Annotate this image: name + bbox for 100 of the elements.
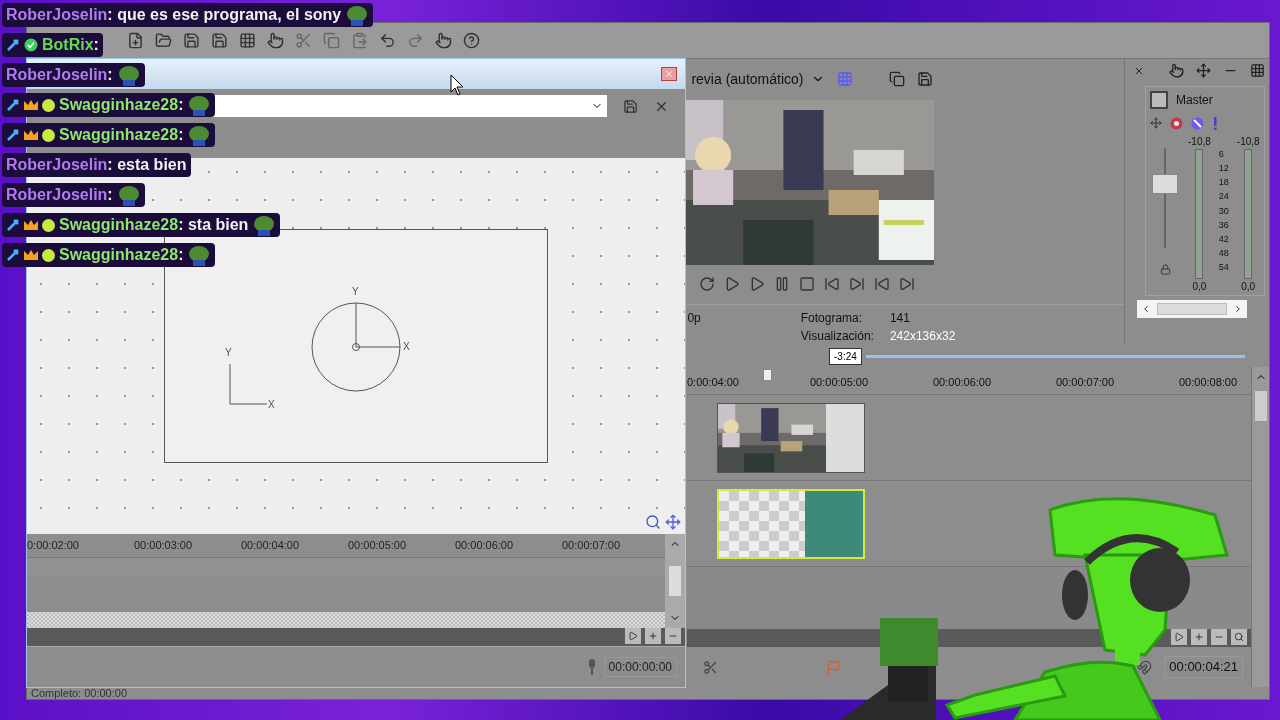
axis-label: X (403, 342, 410, 352)
meter-scale-label: 6 (1218, 150, 1225, 159)
smiley-badge-icon (42, 248, 55, 262)
axes-drawing (229, 364, 269, 406)
master-label: Master (1176, 92, 1213, 109)
smiley-badge-icon (42, 98, 55, 112)
zoom-in-button[interactable] (1191, 629, 1207, 645)
scroll-right-icon (1233, 304, 1243, 314)
bus-icon (1150, 91, 1168, 109)
marker-icon[interactable] (826, 659, 841, 675)
gear-icon (1170, 117, 1183, 130)
copy-frame-icon[interactable] (889, 71, 906, 88)
previous-frame-icon[interactable] (874, 276, 891, 293)
meter-scale-label: 18 (1218, 178, 1229, 188)
search-icon[interactable] (645, 514, 661, 530)
timecode-field: 00:00:00:00 (603, 657, 677, 677)
verified-badge-icon (24, 38, 38, 52)
zoom-out-button[interactable] (1211, 629, 1227, 645)
ruler-time-label: 00:00:07:00 (562, 538, 621, 554)
chat-message: : que es ese programa, el sony (107, 5, 342, 25)
chat-username: Swagginhaze28 (59, 245, 179, 265)
pin-badge-icon (6, 38, 20, 52)
fader-handle[interactable] (1152, 174, 1178, 194)
chat-message: : (107, 65, 113, 85)
smiley-badge-icon (42, 218, 55, 232)
warning-icon (1212, 117, 1218, 130)
scrollbar-thumb[interactable] (669, 566, 681, 596)
close-icon (664, 69, 674, 79)
stop-icon[interactable] (799, 276, 816, 293)
pin-badge-icon (6, 218, 20, 232)
info-label: Fotograma: (800, 310, 864, 327)
time-marker-label: -3:24 (829, 347, 862, 365)
ruler-time-label: 00:00:06:00 (455, 538, 514, 554)
meter-reading: 0,0 (1192, 280, 1207, 294)
meter-reading: 0,0 (1241, 280, 1256, 294)
meter-scale-label: 54 (1218, 263, 1229, 272)
meter-scale-label: 24 (1218, 192, 1229, 202)
vertical-scrollbar[interactable] (1251, 367, 1269, 687)
timecode-field: 00:00:04:21 (1164, 656, 1243, 678)
chat-message: : sta bien (178, 215, 249, 235)
chat-username: RoberJoselin (6, 65, 108, 85)
preview-quality-dropdown[interactable]: revia (automático) (691, 69, 826, 90)
chat-message: : (107, 185, 113, 205)
play-from-start-icon[interactable] (724, 276, 741, 293)
zoom-button[interactable] (1231, 629, 1247, 645)
play-icon[interactable] (1171, 629, 1187, 645)
scrollbar-thumb[interactable] (1254, 391, 1267, 421)
scrollbar-thumb[interactable] (1157, 303, 1227, 315)
next-icon[interactable] (849, 276, 866, 293)
play-button[interactable] (625, 628, 641, 644)
search-icon (1234, 632, 1244, 642)
crown-badge-icon (24, 99, 38, 111)
chat-message: : (93, 35, 99, 55)
meter-scale-label: 42 (1218, 234, 1229, 244)
chat-username: Swagginhaze28 (59, 215, 179, 235)
chat-message: : esta bien (107, 155, 187, 175)
peak-reading: -10,8 (1236, 135, 1260, 149)
smiley-badge-icon (42, 128, 55, 142)
zoom-in-button[interactable] (645, 628, 661, 644)
close-button[interactable] (661, 67, 677, 81)
save-icon[interactable] (623, 98, 638, 114)
previous-icon[interactable] (824, 276, 841, 293)
ruler-time-label: 00:00:04:00 (241, 538, 300, 554)
ruler-time-label: 00:00:06:00 (933, 374, 992, 390)
video-clip[interactable] (717, 402, 865, 473)
plus-icon (1194, 632, 1204, 642)
resolution-text: 0p (687, 310, 701, 327)
vertical-scrollbar[interactable] (665, 534, 685, 628)
zoom-out-button[interactable] (665, 628, 681, 644)
loop-icon[interactable] (699, 276, 716, 293)
move-icon[interactable] (665, 514, 681, 530)
info-value: 141 (889, 310, 911, 327)
status-text: Completo: 00:00:00 (30, 687, 128, 699)
scroll-left-icon (1141, 304, 1151, 314)
ruler-time-label: 00:00:08:00 (1179, 374, 1238, 390)
play-icon[interactable] (749, 276, 766, 293)
snap-icon[interactable] (1137, 659, 1153, 675)
crown-badge-icon (24, 219, 38, 231)
chat-username: RoberJoselin (6, 155, 108, 175)
axis-label: Y (352, 287, 359, 297)
horizontal-scrollbar[interactable] (1137, 300, 1247, 318)
meter-scale-label: 12 (1218, 164, 1229, 174)
pin-badge-icon (6, 98, 20, 112)
meter-scale-label: 48 (1218, 248, 1229, 258)
ruler-time-label: 00:00:03:00 (134, 538, 193, 554)
keyframe-pin-icon (587, 659, 596, 675)
mouse-cursor-icon (450, 74, 464, 96)
play-icon (628, 631, 638, 641)
crown-badge-icon (24, 129, 38, 141)
transparent-clip[interactable] (717, 488, 865, 559)
next-frame-icon[interactable] (899, 276, 916, 293)
save-frame-icon[interactable] (917, 71, 934, 88)
trim-icon[interactable] (703, 659, 718, 675)
ruler-time-label: 0:00:02:00 (27, 538, 79, 554)
meter-scale-label: 36 (1218, 220, 1229, 230)
ruler-time-label: 0:00:04:00 (687, 374, 739, 390)
meter-scale-label: 30 (1218, 206, 1229, 216)
pin-badge-icon (6, 248, 20, 262)
playhead[interactable] (763, 369, 772, 381)
ruler-time-label: 00:00:05:00 (810, 374, 869, 390)
